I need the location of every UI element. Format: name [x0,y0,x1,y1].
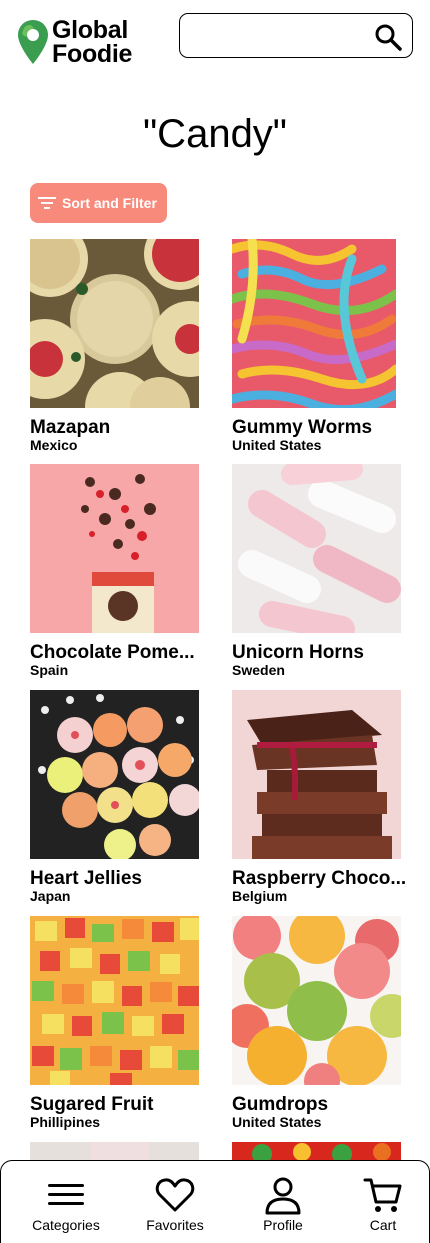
product-name: Mazapan [30,418,111,438]
product-country: Mexico [30,437,78,453]
user-icon [265,1177,301,1215]
product-name: Sugared Fruit [30,1095,154,1115]
bottom-navigation: Categories Favorites Profile Cart [0,1160,430,1243]
product-card[interactable]: Unicorn Horns Sweden [232,464,407,678]
page-title: "Candy" [142,112,288,156]
search-input[interactable] [179,13,413,58]
nav-profile[interactable]: Profile [238,1175,328,1233]
product-country: United States [232,437,322,453]
product-country: Sweden [232,662,285,678]
product-card[interactable] [30,1142,205,1162]
mazapan-image [30,239,199,408]
product-card[interactable]: Gummy Worms United States [232,239,407,453]
product-country: Japan [30,888,71,904]
nav-label: Categories [32,1217,100,1233]
product-name: Chocolate Pome... [30,643,195,663]
search-icon[interactable] [374,23,402,51]
heart-icon [155,1178,195,1212]
chocolate-pomegranate-image [30,464,199,633]
product-image [232,1142,401,1162]
nav-categories[interactable]: Categories [21,1175,111,1233]
gummy-worms-image [232,239,396,408]
heart-jellies-image [30,690,199,859]
product-name: Gumdrops [232,1095,329,1115]
nav-label: Favorites [146,1217,204,1233]
logo[interactable]: Global Foodie [16,16,133,68]
product-name: Gummy Worms [232,418,373,438]
raspberry-chocolate-image [232,690,401,859]
map-pin-logo-icon [18,20,48,64]
product-country: Spain [30,662,69,678]
product-card[interactable]: Sugared Fruit Phillipines [30,916,205,1130]
unicorn-horns-image [232,464,401,633]
nav-label: Profile [263,1217,303,1233]
logo-line-2: Foodie [52,40,133,68]
product-card[interactable] [232,1142,407,1162]
product-image [30,1142,199,1162]
product-country: Phillipines [30,1114,101,1130]
product-name: Heart Jellies [30,869,142,889]
gumdrops-image [232,916,401,1085]
filter-lines-icon [38,197,56,209]
shopping-cart-icon [363,1178,402,1212]
product-name: Unicorn Horns [232,643,364,663]
menu-icon [48,1184,84,1205]
nav-cart[interactable]: Cart [338,1175,428,1233]
product-card[interactable]: Heart Jellies Japan [30,690,205,904]
product-card[interactable]: Chocolate Pome... Spain [30,464,205,678]
product-name: Raspberry Choco... [232,869,407,889]
app-header: Global Foodie [0,0,430,80]
sort-filter-label: Sort and Filter [62,195,157,211]
logo-line-1: Global [52,16,128,44]
product-card[interactable]: Mazapan Mexico [30,239,205,453]
product-card[interactable]: Gumdrops United States [232,916,407,1130]
product-country: Belgium [232,888,288,904]
logo-text: Global Foodie [52,16,133,68]
sugared-fruit-image [30,916,199,1085]
nav-favorites[interactable]: Favorites [130,1175,220,1233]
sort-filter-button[interactable]: Sort and Filter [30,183,167,223]
product-card[interactable]: Raspberry Choco... Belgium [232,690,407,904]
nav-label: Cart [369,1217,397,1233]
product-country: United States [232,1114,322,1130]
